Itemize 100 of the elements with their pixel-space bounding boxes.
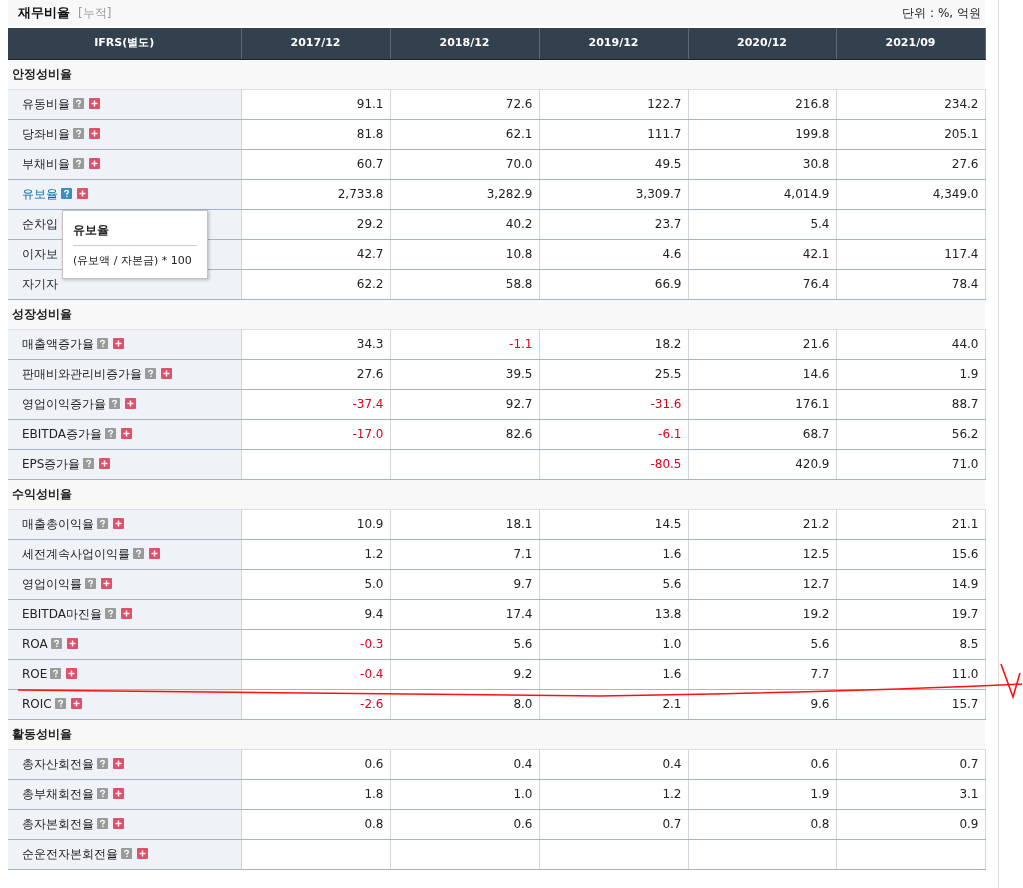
- table-cell: 3,282.9: [486, 187, 533, 201]
- help-icon[interactable]: [104, 608, 116, 619]
- section-header: 수익성비율: [8, 479, 985, 509]
- help-icon[interactable]: [54, 698, 66, 709]
- table-cell: 0.4: [513, 757, 533, 771]
- expand-icon[interactable]: [99, 458, 111, 469]
- table-cell: 12.5: [802, 547, 830, 561]
- table-cell: 71.0: [951, 457, 979, 471]
- expand-icon[interactable]: [66, 638, 78, 649]
- help-icon[interactable]: [73, 158, 84, 169]
- table-cell: 176.1: [795, 397, 830, 411]
- table-cell: 21.1: [951, 517, 979, 531]
- table-cell: 11.0: [951, 667, 979, 681]
- table-cell: 7.1: [513, 547, 533, 561]
- table-cell: 15.6: [951, 547, 979, 561]
- table-cell: 0.6: [364, 757, 384, 771]
- row-label: 순운전자본회전율: [22, 847, 118, 861]
- table-cell: 68.7: [802, 427, 830, 441]
- table-cell: 23.7: [654, 217, 682, 231]
- help-icon[interactable]: [97, 518, 108, 529]
- row-label: EBITDA증가율: [22, 427, 102, 441]
- table-cell: 42.1: [802, 247, 830, 261]
- help-icon[interactable]: [50, 638, 62, 649]
- table-cell: 78.4: [951, 277, 979, 291]
- table-cell: 1.6: [662, 667, 682, 681]
- section-header: 활동성비율: [8, 719, 985, 749]
- view-mode-label: [누적]: [78, 6, 112, 21]
- table-cell: 4.6: [662, 247, 682, 261]
- table-cell: 92.7: [505, 397, 533, 411]
- expand-icon[interactable]: [113, 518, 124, 529]
- help-icon[interactable]: [133, 548, 144, 559]
- expand-icon[interactable]: [70, 698, 82, 709]
- help-icon[interactable]: [97, 788, 108, 799]
- unit-label: 단위 : %, 억원: [902, 5, 981, 22]
- help-icon[interactable]: [109, 398, 120, 409]
- expand-icon[interactable]: [89, 98, 100, 109]
- table-cell: 9.7: [513, 577, 533, 591]
- help-icon[interactable]: [73, 128, 84, 139]
- row-label: 총자산회전율: [22, 757, 94, 771]
- table-cell: 27.6: [356, 367, 384, 381]
- help-icon[interactable]: [97, 818, 108, 829]
- expand-icon[interactable]: [113, 818, 124, 829]
- expand-icon[interactable]: [120, 428, 132, 439]
- table-cell: 5.6: [662, 577, 682, 591]
- table-cell: 420.9: [795, 457, 830, 471]
- expand-icon[interactable]: [113, 758, 124, 769]
- table-cell: 21.2: [802, 517, 830, 531]
- table-cell: -80.5: [650, 457, 682, 471]
- expand-icon[interactable]: [125, 398, 136, 409]
- expand-icon[interactable]: [137, 848, 148, 859]
- table-cell: 8.5: [959, 637, 979, 651]
- table-cell: 122.7: [647, 97, 682, 111]
- table-cell: -0.3: [360, 637, 384, 651]
- table-cell: 72.6: [505, 97, 533, 111]
- table-cell: 3.1: [959, 787, 979, 801]
- expand-icon[interactable]: [89, 158, 100, 169]
- table-cell: 0.4: [662, 757, 682, 771]
- table-cell: 49.5: [654, 157, 682, 171]
- row-label: 이자보: [22, 247, 58, 261]
- expand-icon[interactable]: [113, 338, 124, 349]
- row-label: 매출총이익율: [22, 517, 94, 531]
- table-cell: 117.4: [944, 247, 979, 261]
- table-cell: 82.6: [505, 427, 533, 441]
- table-cell: 5.6: [810, 637, 830, 651]
- help-icon[interactable]: [121, 848, 132, 859]
- table-cell: 58.8: [505, 277, 533, 291]
- expand-icon[interactable]: [120, 608, 132, 619]
- table-cell: 30.8: [802, 157, 830, 171]
- help-icon[interactable]: [85, 578, 96, 589]
- help-icon[interactable]: [145, 368, 156, 379]
- table-cell: 1.2: [662, 787, 682, 801]
- help-icon[interactable]: [61, 188, 72, 199]
- expand-icon[interactable]: [89, 128, 100, 139]
- expand-icon[interactable]: [77, 188, 88, 199]
- help-icon[interactable]: [50, 668, 62, 679]
- expand-icon[interactable]: [101, 578, 112, 589]
- help-icon[interactable]: [83, 458, 95, 469]
- table-cell: 29.2: [356, 217, 384, 231]
- help-icon[interactable]: [97, 758, 108, 769]
- row-label: 부채비율: [22, 157, 70, 171]
- help-icon[interactable]: [97, 338, 108, 349]
- section-header: 안정성비율: [8, 59, 985, 89]
- table-cell: 12.7: [802, 577, 830, 591]
- table-cell: 2,733.8: [337, 187, 384, 201]
- help-icon[interactable]: [104, 428, 116, 439]
- table-cell: 76.4: [802, 277, 830, 291]
- table-cell: 2.1: [662, 697, 682, 711]
- table-cell: 1.0: [513, 787, 533, 801]
- expand-icon[interactable]: [113, 788, 124, 799]
- expand-icon[interactable]: [149, 548, 160, 559]
- row-label: EBITDA마진율: [22, 607, 102, 621]
- column-header: 2017/12: [241, 28, 390, 59]
- row-label: 유동비율: [22, 97, 70, 111]
- help-icon[interactable]: [73, 98, 84, 109]
- table-cell: 25.5: [654, 367, 682, 381]
- row-label: 매출액증가율: [22, 337, 94, 351]
- expand-icon[interactable]: [66, 668, 78, 679]
- table-cell: 5.0: [364, 577, 384, 591]
- table-cell: 5.4: [810, 217, 830, 231]
- expand-icon[interactable]: [161, 368, 172, 379]
